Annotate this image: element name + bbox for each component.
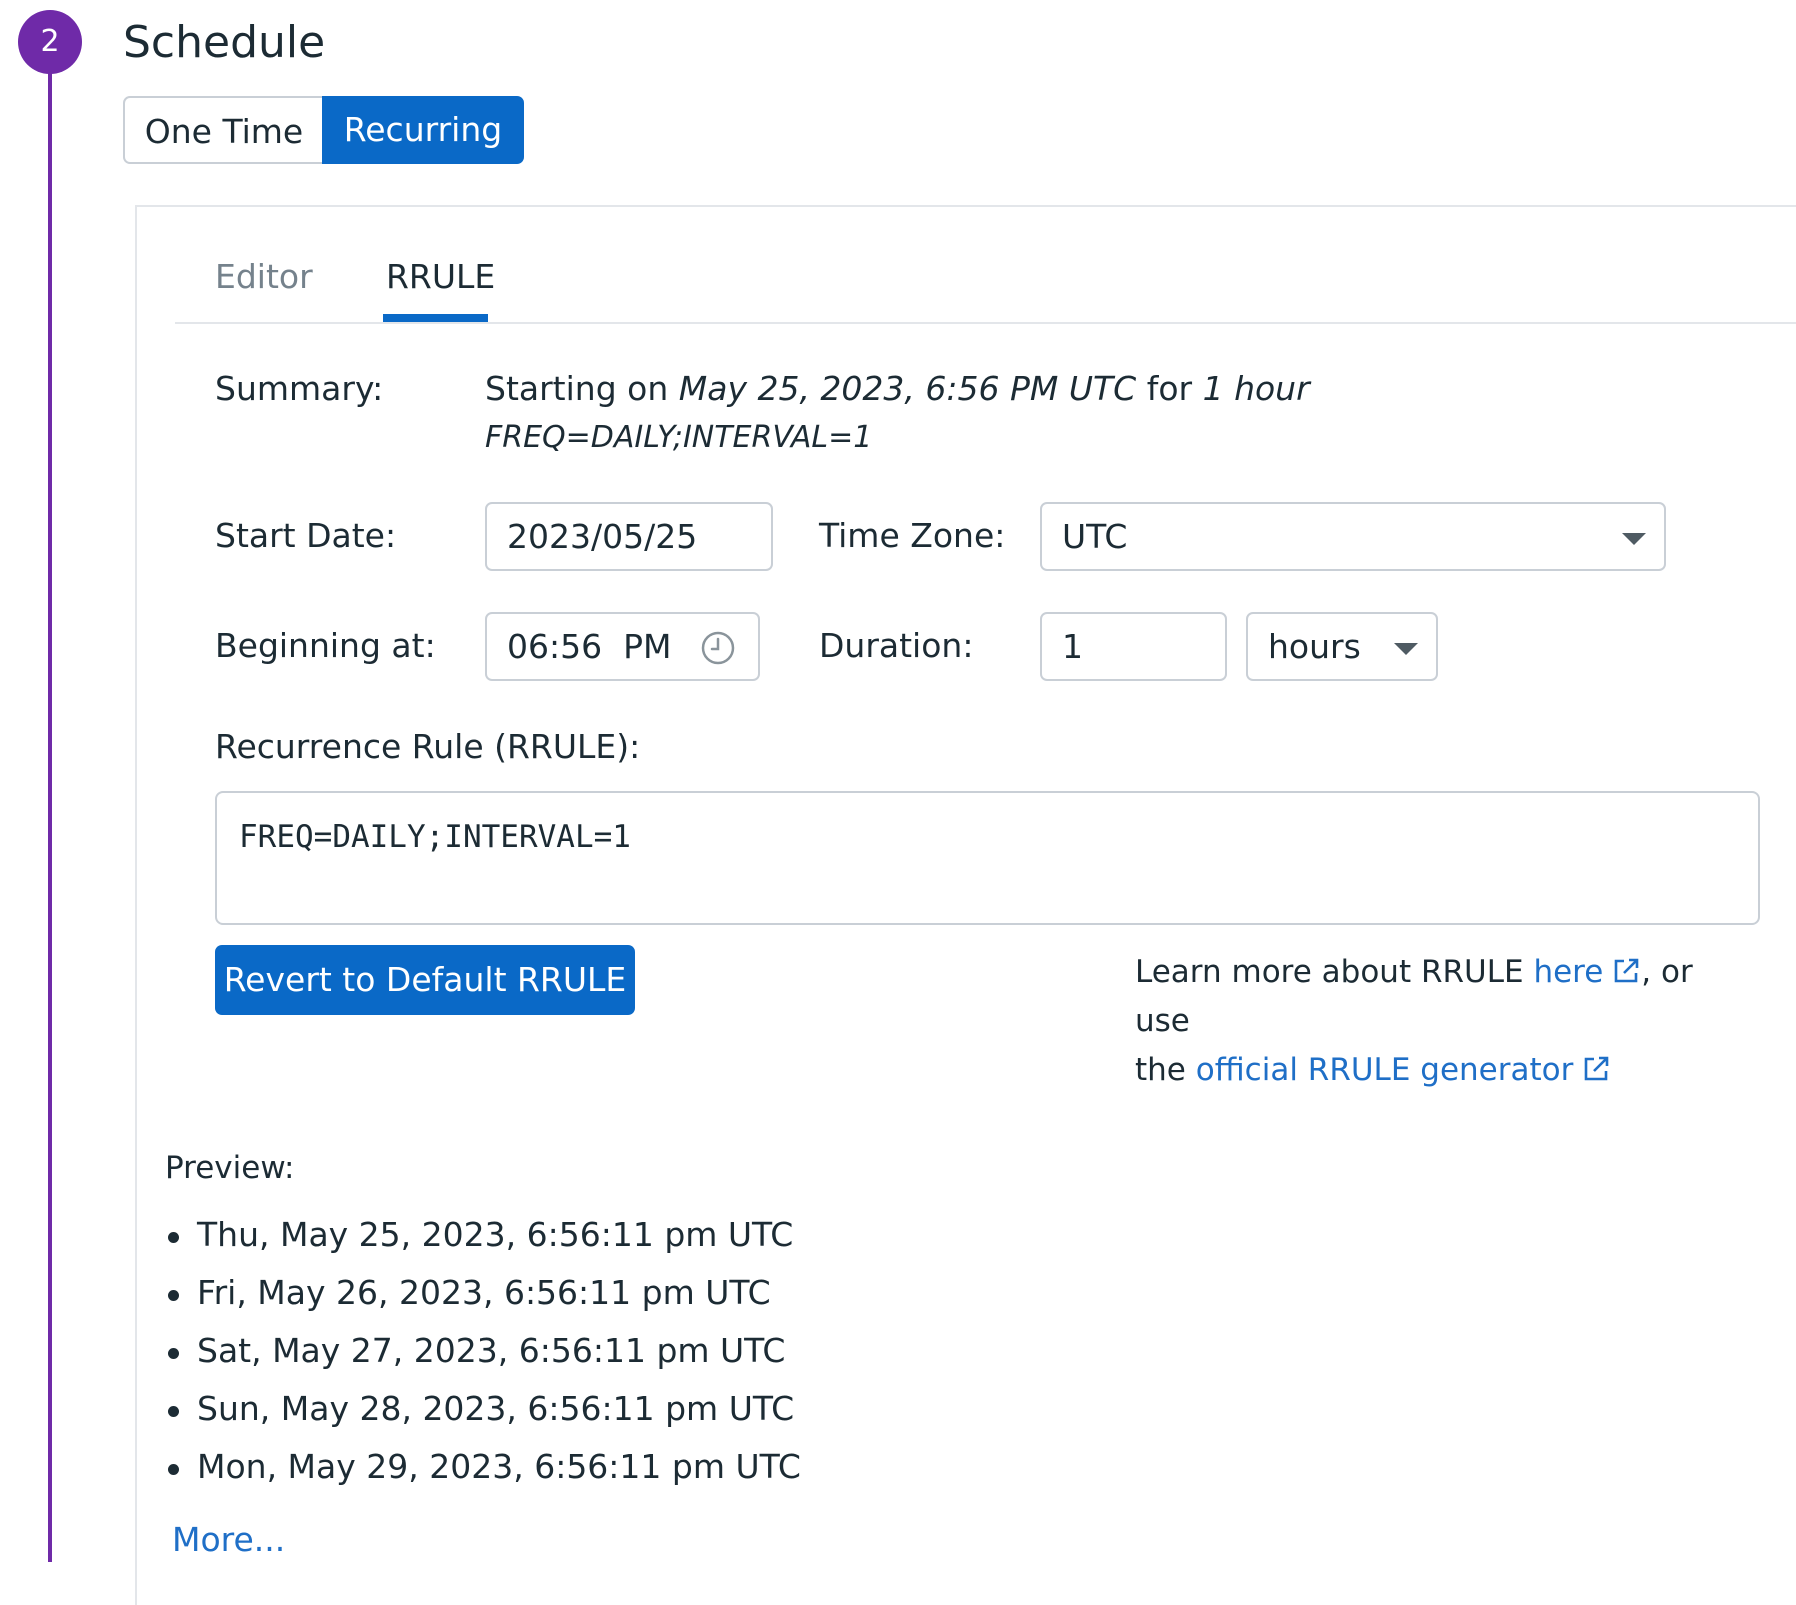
preview-item-text: Fri, May 26, 2023, 6:56:11 pm UTC (197, 1273, 771, 1312)
summary-for: for (1146, 369, 1193, 408)
duration-unit-select[interactable]: hours (1246, 612, 1438, 681)
bullet (168, 1232, 179, 1243)
rrule-generator-link[interactable]: official RRULE generator (1196, 1052, 1574, 1088)
time-zone-select[interactable]: UTC (1040, 502, 1666, 571)
external-link-icon[interactable] (1581, 1054, 1611, 1084)
rrule-here-link[interactable]: here (1533, 954, 1603, 990)
duration-unit-value: hours (1268, 627, 1361, 666)
tab-rrule[interactable]: RRULE (386, 252, 495, 302)
preview-item-text: Sun, May 28, 2023, 6:56:11 pm UTC (197, 1389, 795, 1428)
summary-label: Summary: (215, 369, 384, 408)
duration-label: Duration: (819, 626, 974, 665)
time-zone-label: Time Zone: (819, 516, 1006, 555)
summary-prefix: Starting on (485, 369, 669, 408)
tab-editor[interactable]: Editor (215, 252, 313, 302)
clock-icon[interactable] (700, 630, 736, 666)
preview-item: Thu, May 25, 2023, 6:56:11 pm UTC (165, 1210, 801, 1268)
one-time-option[interactable]: One Time (123, 96, 323, 164)
rrule-value: FREQ=DAILY;INTERVAL=1 (239, 819, 631, 855)
rrule-label: Recurrence Rule (RRULE): (215, 727, 641, 766)
rrule-textarea[interactable]: FREQ=DAILY;INTERVAL=1 (215, 791, 1760, 925)
start-date-value: 2023/05/25 (507, 517, 698, 556)
more-link[interactable]: More... (172, 1515, 285, 1565)
tabs-divider (175, 322, 1796, 324)
summary-text: Starting on May 25, 2023, 6:56 PM UTC fo… (485, 365, 1310, 413)
chevron-down-icon (1394, 643, 1418, 655)
preview-item: Mon, May 29, 2023, 6:56:11 pm UTC (165, 1442, 801, 1500)
bullet (168, 1464, 179, 1475)
beginning-at-value: 06:56 PM (507, 627, 672, 666)
bullet (168, 1406, 179, 1417)
bullet (168, 1290, 179, 1301)
summary-start: May 25, 2023, 6:56 PM UTC (678, 369, 1137, 408)
preview-item-text: Sat, May 27, 2023, 6:56:11 pm UTC (197, 1331, 786, 1370)
learn-more-the: the (1135, 1052, 1196, 1088)
step-rail (48, 70, 52, 1562)
chevron-down-icon (1622, 533, 1646, 545)
start-date-input[interactable]: 2023/05/25 (485, 502, 773, 571)
preview-item-text: Mon, May 29, 2023, 6:56:11 pm UTC (197, 1447, 801, 1486)
start-date-label: Start Date: (215, 516, 397, 555)
recurring-option[interactable]: Recurring (322, 96, 524, 164)
duration-value: 1 (1062, 627, 1083, 666)
external-link-icon[interactable] (1611, 956, 1641, 986)
step-number-badge: 2 (18, 10, 82, 74)
summary-duration: 1 hour (1202, 369, 1310, 408)
preview-item: Sat, May 27, 2023, 6:56:11 pm UTC (165, 1326, 801, 1384)
learn-more-text: Learn more about RRULE here, or use the … (1135, 948, 1735, 1095)
beginning-at-label: Beginning at: (215, 626, 436, 665)
duration-input[interactable]: 1 (1040, 612, 1227, 681)
summary-rule: FREQ=DAILY;INTERVAL=1 (485, 420, 873, 455)
active-tab-indicator (383, 314, 488, 322)
preview-item-text: Thu, May 25, 2023, 6:56:11 pm UTC (197, 1215, 794, 1254)
preview-item: Sun, May 28, 2023, 6:56:11 pm UTC (165, 1384, 801, 1442)
preview-label: Preview: (165, 1150, 295, 1186)
preview-list: Thu, May 25, 2023, 6:56:11 pm UTC Fri, M… (165, 1210, 801, 1500)
learn-more-prefix: Learn more about RRULE (1135, 954, 1534, 990)
bullet (168, 1348, 179, 1359)
preview-item: Fri, May 26, 2023, 6:56:11 pm UTC (165, 1268, 801, 1326)
step-title: Schedule (123, 17, 326, 68)
time-zone-value: UTC (1062, 517, 1128, 556)
revert-rrule-button[interactable]: Revert to Default RRULE (215, 945, 635, 1015)
beginning-at-input[interactable]: 06:56 PM (485, 612, 760, 681)
